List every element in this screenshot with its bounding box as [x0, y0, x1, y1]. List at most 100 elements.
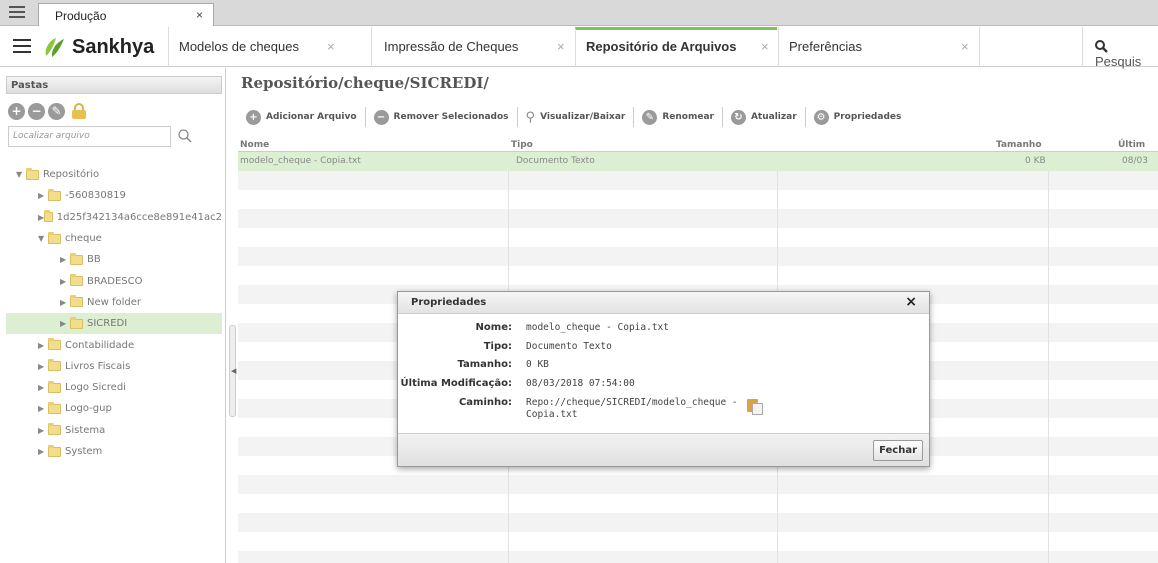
column-header-size[interactable]: Tamanho — [996, 140, 1042, 150]
table-row[interactable]: modelo_cheque - Copia.txt Documento Text… — [238, 152, 1158, 171]
tree-item[interactable]: ▶ -560830819 — [6, 185, 222, 206]
collapsed-arrow-icon[interactable]: ▶ — [38, 447, 48, 456]
close-button[interactable]: Fechar — [873, 440, 923, 461]
tree-item-label: Repositório — [43, 169, 100, 181]
label-path: Caminho: — [458, 397, 512, 408]
button-label: Renomear — [662, 112, 714, 122]
collapsed-arrow-icon[interactable]: ▶ — [38, 362, 48, 371]
tab-preferencias[interactable]: Preferências × — [778, 27, 980, 67]
gear-icon: ⚙ — [813, 109, 829, 125]
folder-icon — [48, 359, 61, 372]
rename-button[interactable]: ✎ Renomear — [634, 107, 723, 127]
folders-header: Pastas — [6, 76, 222, 94]
expanded-arrow-icon[interactable]: ▼ — [38, 234, 48, 243]
tree-item[interactable]: ▼ cheque — [6, 228, 222, 249]
tab-repositorio-de-arquivos[interactable]: Repositório de Arquivos × — [575, 27, 777, 67]
column-header-type[interactable]: Tipo — [511, 140, 533, 150]
tree-item-label: Contabilidade — [65, 339, 135, 351]
collapsed-arrow-icon[interactable]: ▶ — [60, 319, 70, 328]
folder-icon — [48, 231, 61, 244]
folder-tree: ▼ Repositório ▶ -560830819 ▶ 1d25f342134a6cce… — [6, 164, 222, 462]
pencil-icon: ✎ — [642, 109, 658, 125]
folder-icon — [48, 423, 61, 436]
tree-item-label: BRADESCO — [87, 275, 143, 287]
file-grid-header: Nome Tipo Tamanho Últim — [238, 138, 1158, 152]
value-modified: 08/03/2018 07:54:00 — [526, 378, 635, 389]
collapsed-arrow-icon[interactable]: ▶ — [38, 341, 48, 350]
tree-item[interactable]: ▶ Livros Fiscais — [6, 356, 222, 377]
browser-menu-icon[interactable] — [4, 2, 30, 22]
collapsed-arrow-icon[interactable]: ▶ — [38, 404, 48, 413]
tab-impressao-de-cheques[interactable]: Impressão de Cheques × — [371, 27, 573, 67]
close-icon[interactable]: × — [557, 39, 565, 54]
hamburger-menu-icon[interactable] — [13, 39, 31, 53]
close-icon[interactable]: × — [327, 39, 335, 54]
app-header: Sankhya Modelos de cheques × Impressão d… — [0, 27, 1158, 69]
refresh-button[interactable]: ↻ Atualizar — [723, 107, 806, 127]
tree-item[interactable]: ▶ Logo Sicredi — [6, 377, 222, 398]
lock-icon[interactable] — [72, 103, 86, 119]
tree-item-label: Livros Fiscais — [65, 360, 131, 372]
column-header-name[interactable]: Nome — [240, 140, 269, 150]
cell-modified: 08/03 — [1122, 156, 1148, 166]
dialog-header: Propriedades × — [398, 292, 929, 314]
global-search[interactable]: Pesquis — [1082, 27, 1158, 69]
folder-icon — [70, 252, 83, 265]
tree-item[interactable]: ▶ New folder — [6, 292, 222, 313]
tree-item[interactable]: ▶ BB — [6, 249, 222, 270]
tree-item-label: New folder — [87, 296, 142, 308]
tree-item[interactable]: ▼ Repositório — [6, 164, 222, 185]
locate-file-input[interactable]: Localizar arquivo — [8, 126, 171, 147]
browser-tab[interactable]: Produção × — [38, 3, 214, 26]
folder-icon — [70, 295, 83, 308]
add-folder-icon[interactable]: + — [8, 103, 25, 120]
expanded-arrow-icon[interactable]: ▼ — [16, 170, 26, 179]
folder-icon — [48, 401, 61, 414]
properties-button[interactable]: ⚙ Propriedades — [806, 107, 910, 127]
sankhya-logo[interactable]: Sankhya — [42, 35, 154, 59]
rename-folder-icon[interactable]: ✎ — [48, 103, 65, 120]
folder-icon — [70, 316, 83, 329]
tree-item[interactable]: ▶ Contabilidade — [6, 334, 222, 355]
collapsed-arrow-icon[interactable]: ▶ — [60, 255, 70, 264]
folder-icon — [48, 380, 61, 393]
add-file-button[interactable]: + Adicionar Arquivo — [238, 107, 366, 127]
remove-selected-button[interactable]: − Remover Selecionados — [366, 107, 518, 127]
collapsed-arrow-icon[interactable]: ▶ — [38, 426, 48, 435]
close-icon[interactable]: × — [761, 39, 769, 54]
tree-item[interactable]: ▶ System — [6, 441, 222, 462]
tree-item[interactable]: ▶ Sistema — [6, 420, 222, 441]
search-icon[interactable] — [178, 129, 192, 147]
tree-item-label: Logo Sicredi — [65, 382, 126, 394]
properties-dialog: Propriedades × Nome: modelo_cheque - Cop… — [397, 291, 930, 467]
tab-label: Impressão de Cheques — [384, 39, 519, 54]
tree-item-label: -560830819 — [65, 190, 126, 202]
collapse-arrow-icon[interactable]: ◀ — [231, 367, 236, 375]
tree-item[interactable]: ▶ SICREDI — [6, 313, 222, 335]
remove-folder-icon[interactable]: − — [28, 103, 45, 120]
copy-icon[interactable] — [747, 399, 763, 415]
view-download-button[interactable]: ⚲ Visualizar/Baixar — [518, 107, 635, 127]
file-toolbar: + Adicionar Arquivo − Remover Selecionados… — [238, 106, 909, 128]
tree-item[interactable]: ▶ Logo-gup — [6, 398, 222, 419]
folder-toolbar: + − ✎ — [8, 103, 86, 120]
close-icon[interactable]: × — [961, 39, 969, 54]
tree-item[interactable]: ▶ BRADESCO — [6, 270, 222, 291]
close-icon[interactable]: × — [196, 8, 203, 22]
panel-divider — [225, 68, 226, 563]
tree-item-label: System — [65, 446, 103, 457]
column-header-modified[interactable]: Últim — [1118, 140, 1145, 150]
close-icon[interactable]: × — [905, 294, 917, 310]
tab-modelos-de-cheques[interactable]: Modelos de cheques × — [168, 27, 370, 67]
button-label: Atualizar — [750, 112, 797, 122]
button-label: Propriedades — [833, 112, 902, 122]
collapsed-arrow-icon[interactable]: ▶ — [60, 277, 70, 286]
collapsed-arrow-icon[interactable]: ▶ — [60, 298, 70, 307]
folder-icon — [26, 167, 39, 180]
collapsed-arrow-icon[interactable]: ▶ — [38, 191, 48, 200]
tree-item-label: cheque — [65, 233, 102, 245]
tree-item[interactable]: ▶ 1d25f342134a6cce8e891e41ac2 — [6, 207, 222, 228]
collapsed-arrow-icon[interactable]: ▶ — [38, 383, 48, 392]
label-size: Tamanho: — [457, 359, 512, 370]
button-label: Adicionar Arquivo — [266, 112, 357, 122]
